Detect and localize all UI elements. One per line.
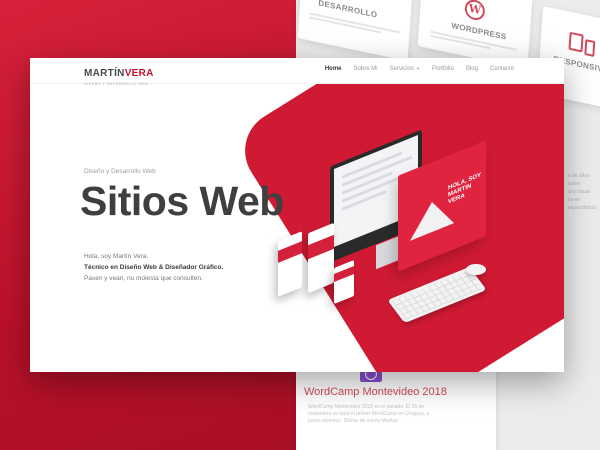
side-text-line: especialidad xyxy=(568,205,596,211)
event-card-line: punto alumnos. Detrás de varios Meetup xyxy=(308,418,399,424)
hero-role-text: Técnico en Diseño Web & Diseñador Gráfic… xyxy=(84,264,224,271)
side-text-line: s de años como xyxy=(568,173,590,187)
hero-greeting: Hola, soy Martín Vera. xyxy=(84,253,149,260)
page-card-illustration xyxy=(308,222,334,294)
site-logo[interactable]: MARTÍNVERA DISEÑO Y DESARROLLO WEB xyxy=(84,63,154,86)
logo-last-name: VERA xyxy=(124,68,154,79)
event-card-line: noviembre se hará el primer WordCamp en … xyxy=(308,411,430,417)
hero-headline: Sitios Web xyxy=(80,178,284,224)
menu-item-home[interactable]: Home xyxy=(325,66,342,72)
hero-kicker: Diseño y Desarrollo Web xyxy=(84,168,156,175)
menu-item-servicios[interactable]: Servicios ▼ xyxy=(390,66,420,72)
logo-tagline: DISEÑO Y DESARROLLO WEB xyxy=(84,82,149,86)
main-menu: Home Sobre Mi Servicios ▼ Portfolio Blog… xyxy=(325,66,514,72)
wordpress-icon: W xyxy=(464,0,486,22)
logo-first-name: MARTÍN xyxy=(84,68,125,79)
event-card: WordCamp Montevideo 2018 WordCamp Montev… xyxy=(296,362,496,450)
page-card-illustration xyxy=(278,231,302,297)
menu-item-portfolio[interactable]: Portfolio xyxy=(432,66,454,72)
menu-item-sobre-mi[interactable]: Sobre Mi xyxy=(354,66,378,72)
website-window: MARTÍNVERA DISEÑO Y DESARROLLO WEB Home … xyxy=(30,58,564,372)
top-navigation: MARTÍNVERA DISEÑO Y DESARROLLO WEB Home … xyxy=(30,58,564,86)
menu-item-contacto[interactable]: Contacto xyxy=(490,66,514,72)
hero-intro: Hola, soy Martín Vera. Técnico en Diseño… xyxy=(84,251,223,284)
menu-item-servicios-label: Servicios xyxy=(389,66,414,72)
menu-item-blog[interactable]: Blog xyxy=(466,66,478,72)
side-text-line: co en xyxy=(568,197,581,203)
event-card-text: WordCamp Montevideo 2018 en el pasado. E… xyxy=(308,404,478,425)
side-text-line: al y visual xyxy=(568,189,590,195)
chevron-down-icon: ▼ xyxy=(414,66,420,71)
logo-text: MARTÍNVERA xyxy=(84,68,154,79)
side-text: s de años como al y visual co en especia… xyxy=(568,172,600,212)
tablet-icon xyxy=(568,31,584,53)
hero-invite: Pasen y vean, no molesta que consulten. xyxy=(84,275,203,282)
mouse-illustration xyxy=(466,264,486,275)
hero-role: Técnico en Diseño Web & Diseñador Gráfic… xyxy=(84,262,223,273)
event-card-line: WordCamp Montevideo 2018 en el pasado. E… xyxy=(308,404,425,410)
phone-icon xyxy=(584,39,596,57)
event-card-title: WordCamp Montevideo 2018 xyxy=(304,386,447,398)
panel-text: HOLA, SOY MARTIN VERA xyxy=(448,172,481,206)
